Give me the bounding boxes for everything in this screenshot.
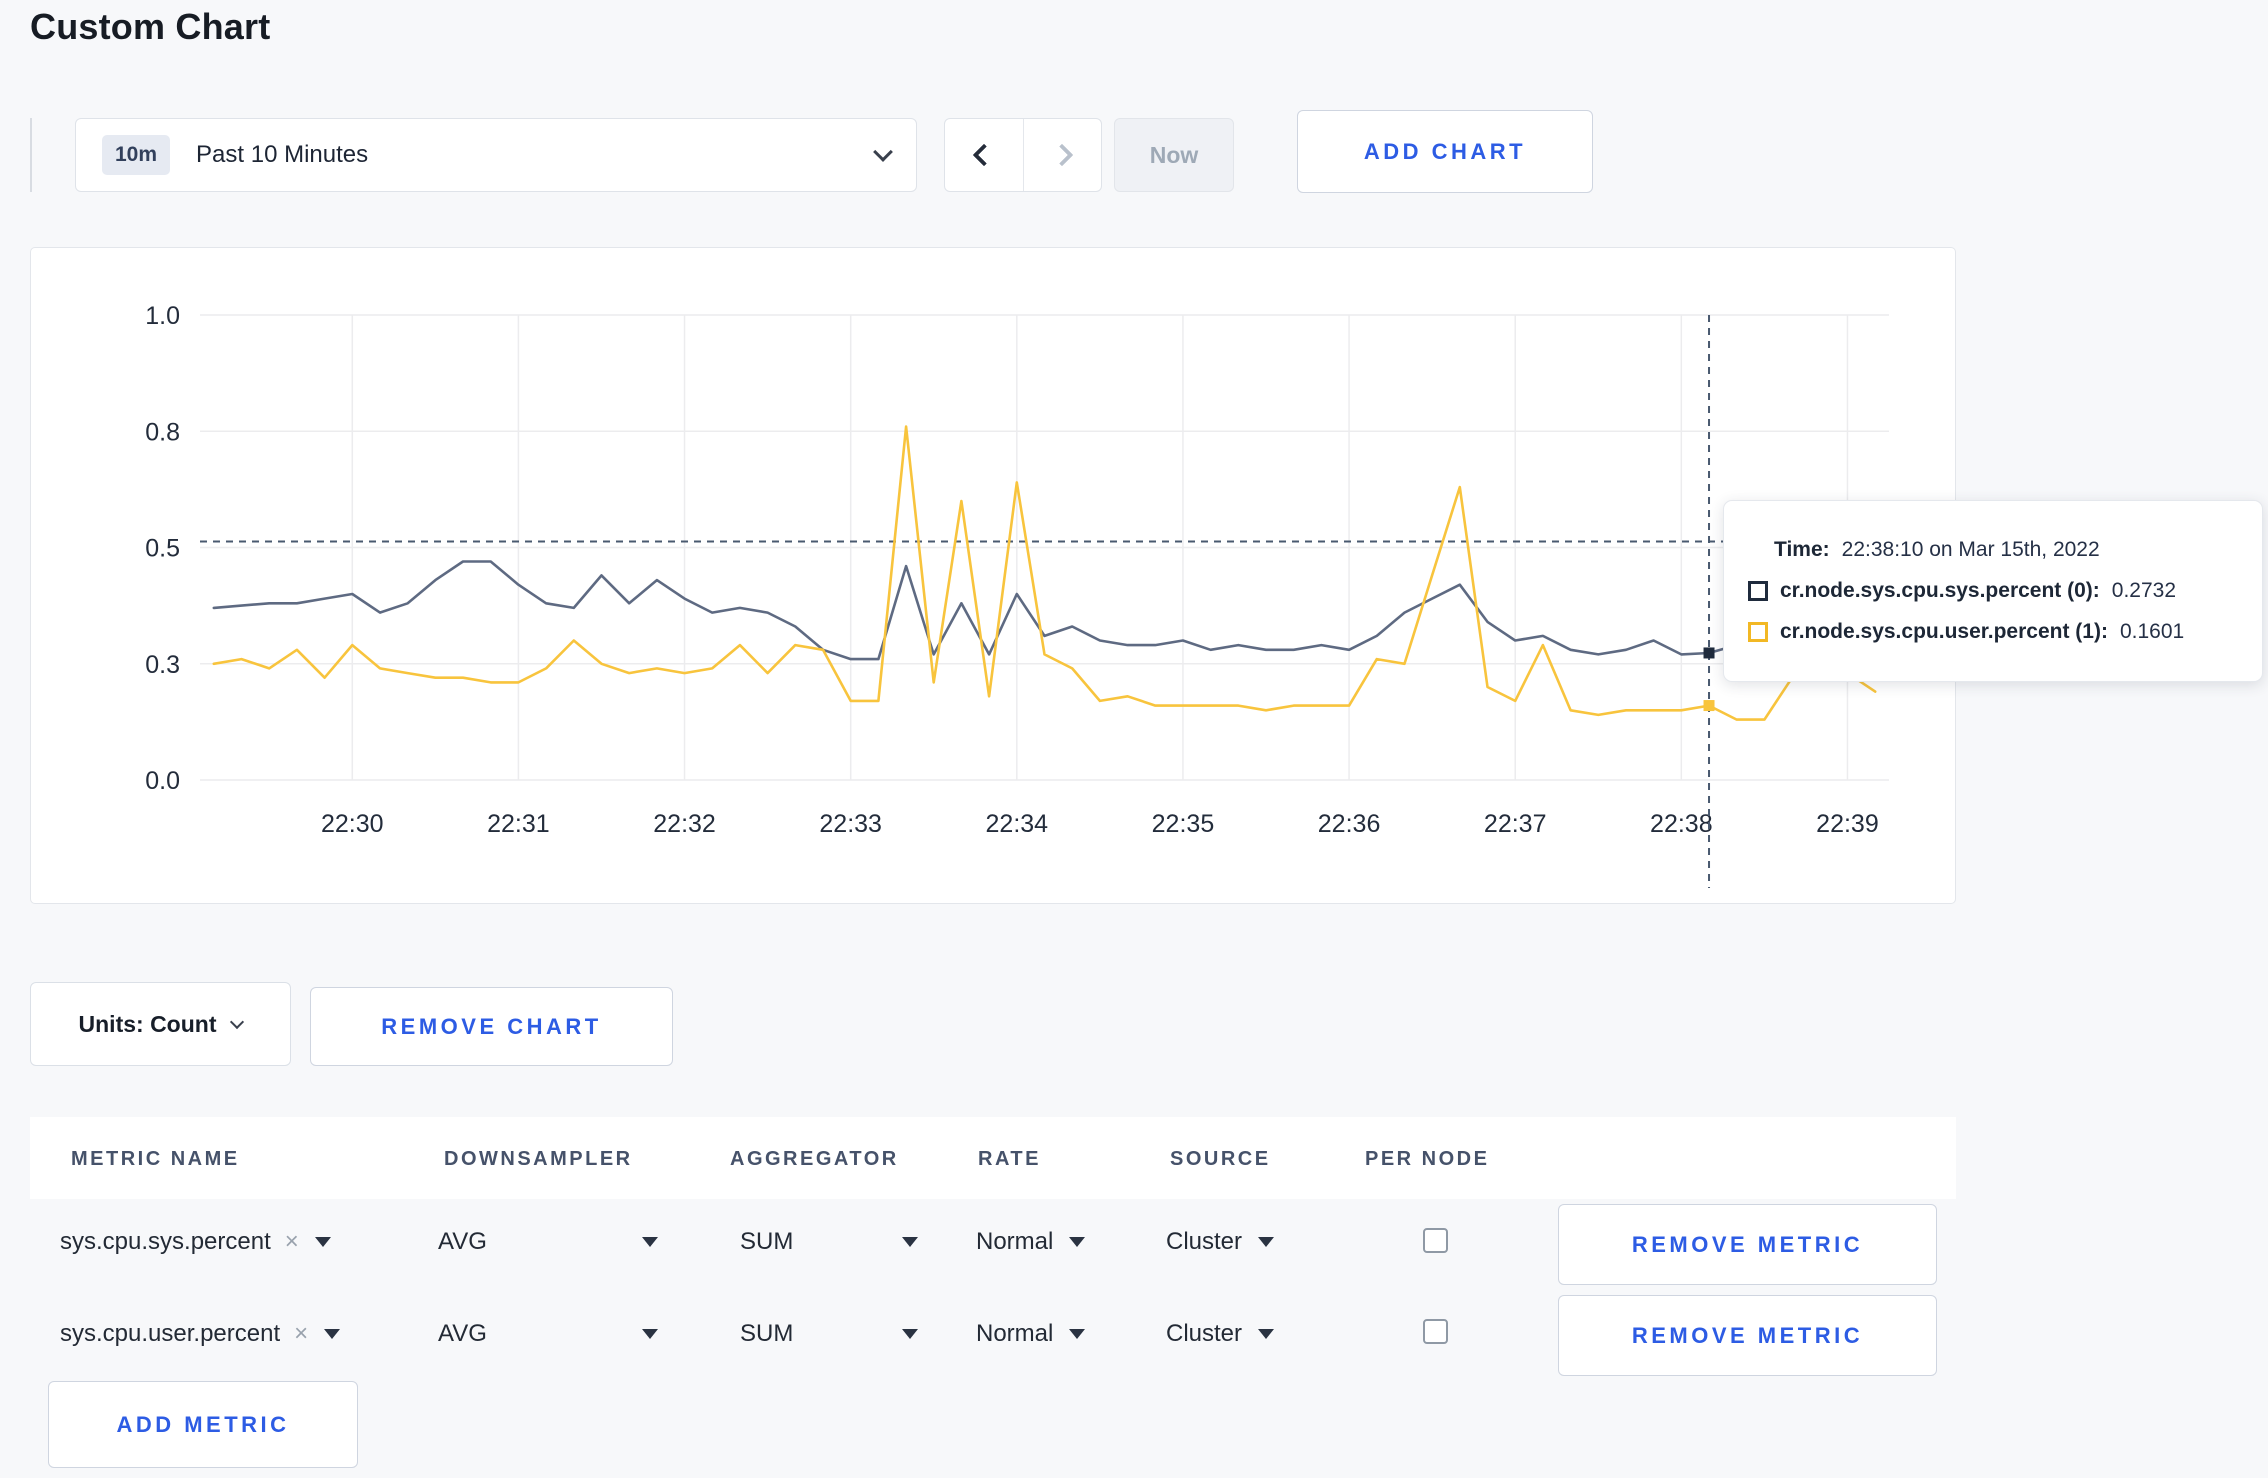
page-title: Custom Chart bbox=[30, 6, 271, 47]
x-axis-tick-label: 22:39 bbox=[1816, 810, 1879, 838]
aggregator-select[interactable]: SUM bbox=[740, 1320, 918, 1348]
dropdown-arrow-icon bbox=[1258, 1237, 1275, 1247]
x-axis-tick-label: 22:35 bbox=[1152, 810, 1215, 838]
downsampler-value: AVG bbox=[438, 1320, 487, 1347]
chart-card: 0.0 0.3 0.5 0.8 1.0 22:30 22:31 22:32 22:33 22:34… bbox=[30, 247, 1956, 904]
dropdown-arrow-icon bbox=[314, 1237, 331, 1247]
clear-metric-icon[interactable]: × bbox=[285, 1228, 299, 1256]
units-label: Units: Count bbox=[78, 1010, 217, 1037]
rate-select[interactable]: Normal bbox=[976, 1228, 1086, 1256]
remove-metric-button[interactable]: REMOVE METRIC bbox=[1558, 1295, 1937, 1376]
series-line-sys bbox=[212, 560, 1877, 661]
toolbar-divider bbox=[30, 118, 32, 192]
column-header-downsampler: DOWNSAMPLER bbox=[444, 1148, 633, 1170]
dropdown-arrow-icon bbox=[1069, 1237, 1086, 1247]
dropdown-arrow-icon bbox=[324, 1329, 341, 1339]
time-range-badge: 10m bbox=[102, 135, 171, 175]
x-axis-tick-label: 22:30 bbox=[321, 810, 384, 838]
aggregator-value: SUM bbox=[740, 1320, 794, 1347]
now-button[interactable]: Now bbox=[1114, 118, 1234, 192]
y-axis-tick-label: 0.8 bbox=[145, 418, 180, 446]
downsampler-select[interactable]: AVG bbox=[438, 1228, 658, 1256]
source-select[interactable]: Cluster bbox=[1166, 1320, 1275, 1348]
downsampler-value: AVG bbox=[438, 1228, 487, 1255]
y-axis-tick-label: 0.3 bbox=[145, 651, 180, 679]
column-header-per-node: PER NODE bbox=[1365, 1148, 1490, 1170]
time-range-label: Past 10 Minutes bbox=[196, 141, 369, 168]
remove-metric-button[interactable]: REMOVE METRIC bbox=[1558, 1204, 1937, 1285]
dropdown-arrow-icon bbox=[1258, 1329, 1275, 1339]
dropdown-arrow-icon bbox=[1069, 1329, 1086, 1339]
prev-window-button[interactable] bbox=[945, 119, 1023, 191]
dropdown-arrow-icon bbox=[642, 1237, 658, 1247]
add-metric-button[interactable]: ADD METRIC bbox=[48, 1381, 358, 1468]
tooltip-series-row: cr.node.sys.cpu.user.percent (1): 0.1601 bbox=[1724, 620, 2262, 644]
dropdown-arrow-icon bbox=[902, 1237, 918, 1247]
dropdown-arrow-icon bbox=[902, 1329, 918, 1339]
metric-name-value: sys.cpu.user.percent bbox=[60, 1320, 281, 1347]
y-axis-tick-label: 0.0 bbox=[145, 767, 180, 795]
per-node-checkbox[interactable] bbox=[1423, 1228, 1448, 1253]
line-chart[interactable]: 0.0 0.3 0.5 0.8 1.0 22:30 22:31 22:32 22:33 22:34… bbox=[31, 248, 1957, 905]
tooltip-series-label: cr.node.sys.cpu.sys.percent (0): bbox=[1780, 579, 2100, 602]
hover-point-sys bbox=[1703, 647, 1715, 659]
metric-name-value: sys.cpu.sys.percent bbox=[60, 1228, 271, 1255]
rate-value: Normal bbox=[976, 1228, 1054, 1255]
x-axis-tick-label: 22:38 bbox=[1650, 810, 1713, 838]
x-axis-tick-label: 22:34 bbox=[986, 810, 1049, 838]
time-range-select[interactable]: 10m Past 10 Minutes bbox=[75, 118, 917, 192]
per-node-checkbox[interactable] bbox=[1423, 1319, 1448, 1344]
add-chart-button[interactable]: ADD CHART bbox=[1297, 110, 1593, 193]
series-line-user bbox=[212, 425, 1877, 721]
series-swatch-user-icon bbox=[1748, 622, 1768, 642]
y-axis-tick-label: 1.0 bbox=[145, 302, 180, 330]
x-axis-tick-label: 22:32 bbox=[653, 810, 716, 838]
metric-name-select[interactable]: sys.cpu.sys.percent × bbox=[60, 1228, 331, 1256]
tooltip-time-value: 22:38:10 on Mar 15th, 2022 bbox=[1841, 538, 2100, 561]
dropdown-arrow-icon bbox=[642, 1329, 658, 1339]
tooltip-series-value: 0.2732 bbox=[2111, 579, 2177, 602]
rate-value: Normal bbox=[976, 1320, 1054, 1347]
chevron-down-icon bbox=[873, 142, 893, 162]
column-header-aggregator: AGGREGATOR bbox=[730, 1148, 899, 1170]
chevron-left-icon bbox=[972, 143, 996, 167]
chart-tooltip: Time: 22:38:10 on Mar 15th, 2022 cr.node… bbox=[1723, 500, 2263, 682]
downsampler-select[interactable]: AVG bbox=[438, 1320, 658, 1348]
x-axis-tick-label: 22:37 bbox=[1484, 810, 1547, 838]
hover-point-user bbox=[1703, 700, 1715, 712]
tooltip-time-row: Time: 22:38:10 on Mar 15th, 2022 bbox=[1724, 538, 2262, 562]
tooltip-series-row: cr.node.sys.cpu.sys.percent (0): 0.2732 bbox=[1724, 579, 2262, 603]
chevron-down-icon bbox=[230, 1014, 245, 1030]
source-value: Cluster bbox=[1166, 1228, 1243, 1255]
clear-metric-icon[interactable]: × bbox=[294, 1320, 308, 1348]
tooltip-series-value: 0.1601 bbox=[2119, 620, 2185, 643]
x-axis-tick-label: 22:36 bbox=[1318, 810, 1381, 838]
next-window-button[interactable] bbox=[1022, 119, 1102, 191]
chevron-right-icon bbox=[1050, 143, 1074, 167]
column-header-metric-name: METRIC NAME bbox=[71, 1148, 240, 1170]
aggregator-value: SUM bbox=[740, 1228, 794, 1255]
metric-name-select[interactable]: sys.cpu.user.percent × bbox=[60, 1320, 341, 1348]
series-swatch-sys-icon bbox=[1748, 581, 1768, 601]
tooltip-series-label: cr.node.sys.cpu.user.percent (1): bbox=[1780, 620, 2108, 643]
source-select[interactable]: Cluster bbox=[1166, 1228, 1275, 1256]
time-window-nav bbox=[944, 118, 1102, 192]
column-header-source: SOURCE bbox=[1170, 1148, 1271, 1170]
column-header-rate: RATE bbox=[978, 1148, 1041, 1170]
rate-select[interactable]: Normal bbox=[976, 1320, 1086, 1348]
aggregator-select[interactable]: SUM bbox=[740, 1228, 918, 1256]
x-axis-tick-label: 22:31 bbox=[487, 810, 550, 838]
units-select[interactable]: Units: Count bbox=[30, 982, 291, 1066]
x-axis-tick-label: 22:33 bbox=[819, 810, 882, 838]
remove-chart-button[interactable]: REMOVE CHART bbox=[310, 987, 673, 1066]
y-axis-tick-label: 0.5 bbox=[145, 535, 180, 563]
tooltip-time-label: Time: bbox=[1774, 538, 1830, 561]
source-value: Cluster bbox=[1166, 1320, 1243, 1347]
